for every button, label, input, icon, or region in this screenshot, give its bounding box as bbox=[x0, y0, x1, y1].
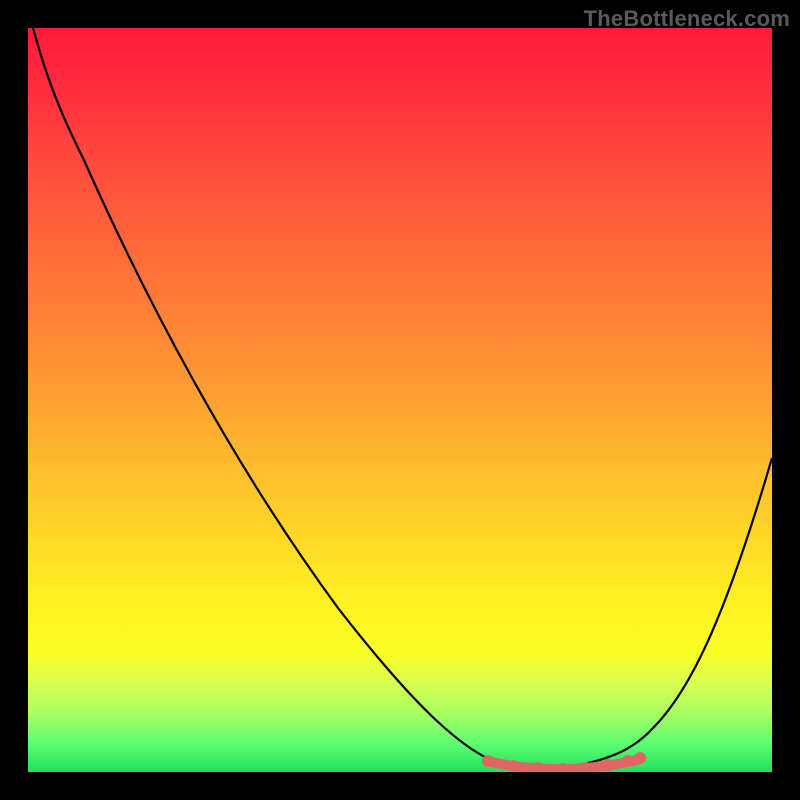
marker-dot bbox=[557, 763, 569, 772]
highlight-markers bbox=[482, 752, 646, 772]
marker-dot bbox=[507, 760, 519, 772]
marker-dot bbox=[634, 752, 646, 764]
bottleneck-curve bbox=[28, 28, 772, 772]
marker-dot bbox=[602, 759, 614, 771]
main-curve-line bbox=[33, 28, 772, 769]
plot-area bbox=[28, 28, 772, 772]
chart-container: TheBottleneck.com bbox=[0, 0, 800, 800]
marker-dot bbox=[482, 755, 494, 767]
marker-dot bbox=[622, 755, 634, 767]
marker-dot bbox=[580, 762, 592, 772]
highlight-stroke bbox=[488, 759, 640, 769]
marker-dot bbox=[532, 762, 544, 772]
